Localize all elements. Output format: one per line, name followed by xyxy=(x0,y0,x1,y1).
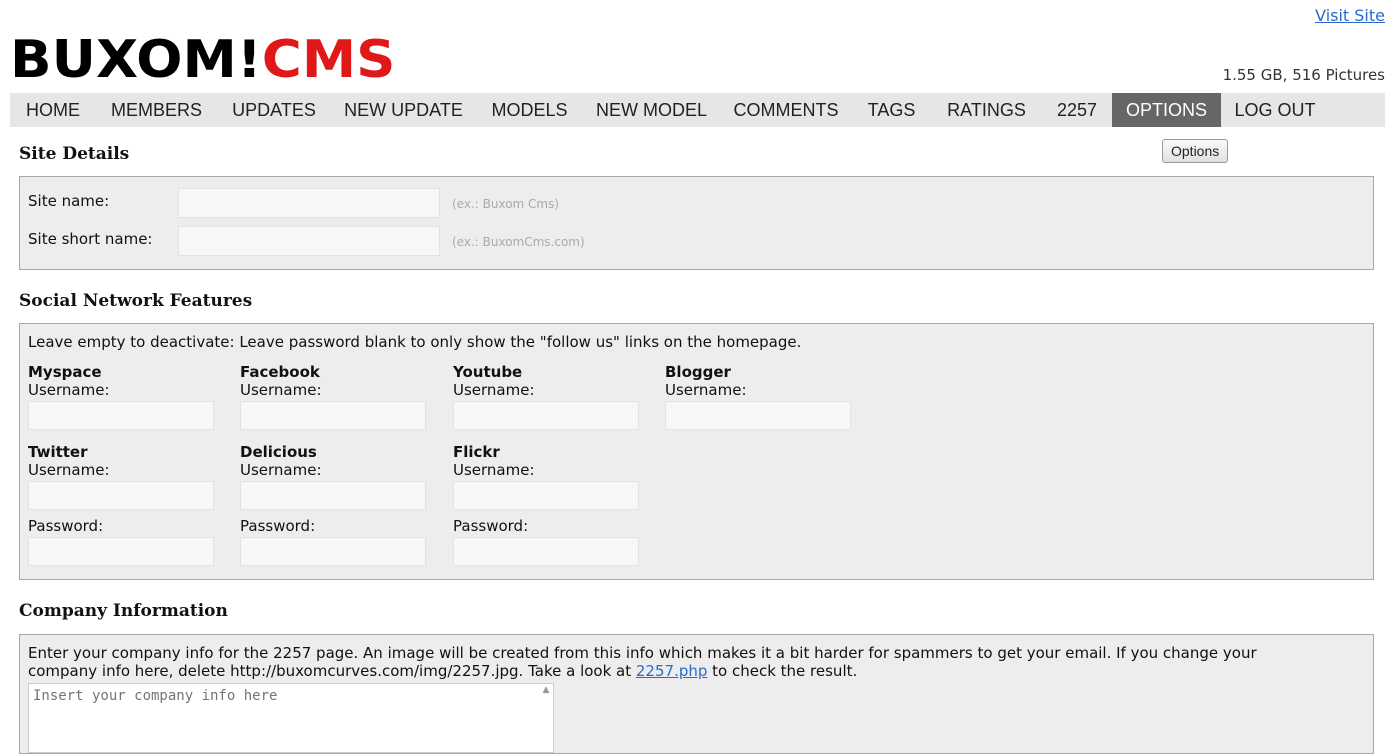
site-details-panel: Site name: (ex.: Buxom Cms) Site short n… xyxy=(19,176,1374,270)
nav-2257[interactable]: 2257 xyxy=(1042,93,1112,127)
storage-stats: 1.55 GB, 516 Pictures xyxy=(1222,66,1385,84)
nav-log-out[interactable]: LOG OUT xyxy=(1221,93,1329,127)
nav-updates[interactable]: UPDATES xyxy=(217,93,331,127)
youtube-username-input[interactable] xyxy=(453,401,639,430)
flickr-username-label: Username: xyxy=(453,461,535,479)
company-heading: Company Information xyxy=(19,601,228,621)
twitter-username-label: Username: xyxy=(28,461,110,479)
delicious-label: Delicious xyxy=(240,443,317,461)
site-name-input[interactable] xyxy=(178,188,440,218)
site-short-name-label: Site short name: xyxy=(28,230,153,248)
logo-text-red: CMS xyxy=(261,30,396,90)
company-panel: Enter your company info for the 2257 pag… xyxy=(19,634,1374,754)
facebook-label: Facebook xyxy=(240,363,320,381)
nav-tags[interactable]: TAGS xyxy=(852,93,931,127)
delicious-password-label: Password: xyxy=(240,517,316,535)
2257-php-link[interactable]: 2257.php xyxy=(636,662,708,680)
nav-new-update[interactable]: NEW UPDATE xyxy=(331,93,476,127)
social-heading: Social Network Features xyxy=(19,291,253,311)
nav-options[interactable]: OPTIONS xyxy=(1112,93,1221,127)
buxom-cms-logo: BUXOM!CMS xyxy=(10,32,395,88)
nav-new-model[interactable]: NEW MODEL xyxy=(583,93,720,127)
youtube-username-label: Username: xyxy=(453,381,535,399)
flickr-group: Flickr Username: xyxy=(453,443,643,479)
company-info-textarea[interactable] xyxy=(28,683,554,753)
twitter-label: Twitter xyxy=(28,443,88,461)
site-details-heading: Site Details xyxy=(19,144,130,164)
flickr-username-input[interactable] xyxy=(453,481,639,510)
nav-models[interactable]: MODELS xyxy=(476,93,583,127)
twitter-password-input[interactable] xyxy=(28,537,214,566)
flickr-password-label: Password: xyxy=(453,517,529,535)
social-panel: Leave empty to deactivate: Leave passwor… xyxy=(19,323,1374,580)
blogger-username-label: Username: xyxy=(665,381,747,399)
blogger-username-input[interactable] xyxy=(665,401,851,430)
twitter-username-input[interactable] xyxy=(28,481,214,510)
logo-text-black: BUXOM! xyxy=(10,30,262,90)
delicious-password-input[interactable] xyxy=(240,537,426,566)
flickr-password-input[interactable] xyxy=(453,537,639,566)
site-name-hint: (ex.: Buxom Cms) xyxy=(452,197,560,211)
company-note: Enter your company info for the 2257 pag… xyxy=(28,644,1313,680)
flickr-label: Flickr xyxy=(453,443,500,461)
blogger-label: Blogger xyxy=(665,363,731,381)
main-nav: HOME MEMBERS UPDATES NEW UPDATE MODELS N… xyxy=(10,93,1385,127)
options-button[interactable]: Options xyxy=(1162,139,1229,163)
site-name-label: Site name: xyxy=(28,192,110,210)
nav-members[interactable]: MEMBERS xyxy=(96,93,217,127)
site-short-name-input[interactable] xyxy=(178,226,440,256)
nav-home[interactable]: HOME xyxy=(10,93,96,127)
delicious-username-label: Username: xyxy=(240,461,322,479)
delicious-group: Delicious Username: xyxy=(240,443,430,479)
twitter-password-label: Password: xyxy=(28,517,104,535)
site-short-name-hint: (ex.: BuxomCms.com) xyxy=(452,235,585,249)
company-note-text-end: to check the result. xyxy=(707,662,858,680)
visit-site-link[interactable]: Visit Site xyxy=(1315,6,1385,25)
nav-ratings[interactable]: RATINGS xyxy=(931,93,1042,127)
textarea-scroll-up-icon[interactable]: ▲ xyxy=(540,685,552,751)
myspace-label: Myspace xyxy=(28,363,102,381)
facebook-group: Facebook Username: xyxy=(240,363,430,399)
myspace-username-label: Username: xyxy=(28,381,110,399)
youtube-group: Youtube Username: xyxy=(453,363,643,399)
youtube-label: Youtube xyxy=(453,363,523,381)
twitter-group: Twitter Username: xyxy=(28,443,218,479)
myspace-username-input[interactable] xyxy=(28,401,214,430)
delicious-username-input[interactable] xyxy=(240,481,426,510)
facebook-username-label: Username: xyxy=(240,381,322,399)
nav-comments[interactable]: COMMENTS xyxy=(720,93,852,127)
social-note: Leave empty to deactivate: Leave passwor… xyxy=(28,333,802,351)
facebook-username-input[interactable] xyxy=(240,401,426,430)
blogger-group: Blogger Username: xyxy=(665,363,855,399)
myspace-group: Myspace Username: xyxy=(28,363,218,399)
